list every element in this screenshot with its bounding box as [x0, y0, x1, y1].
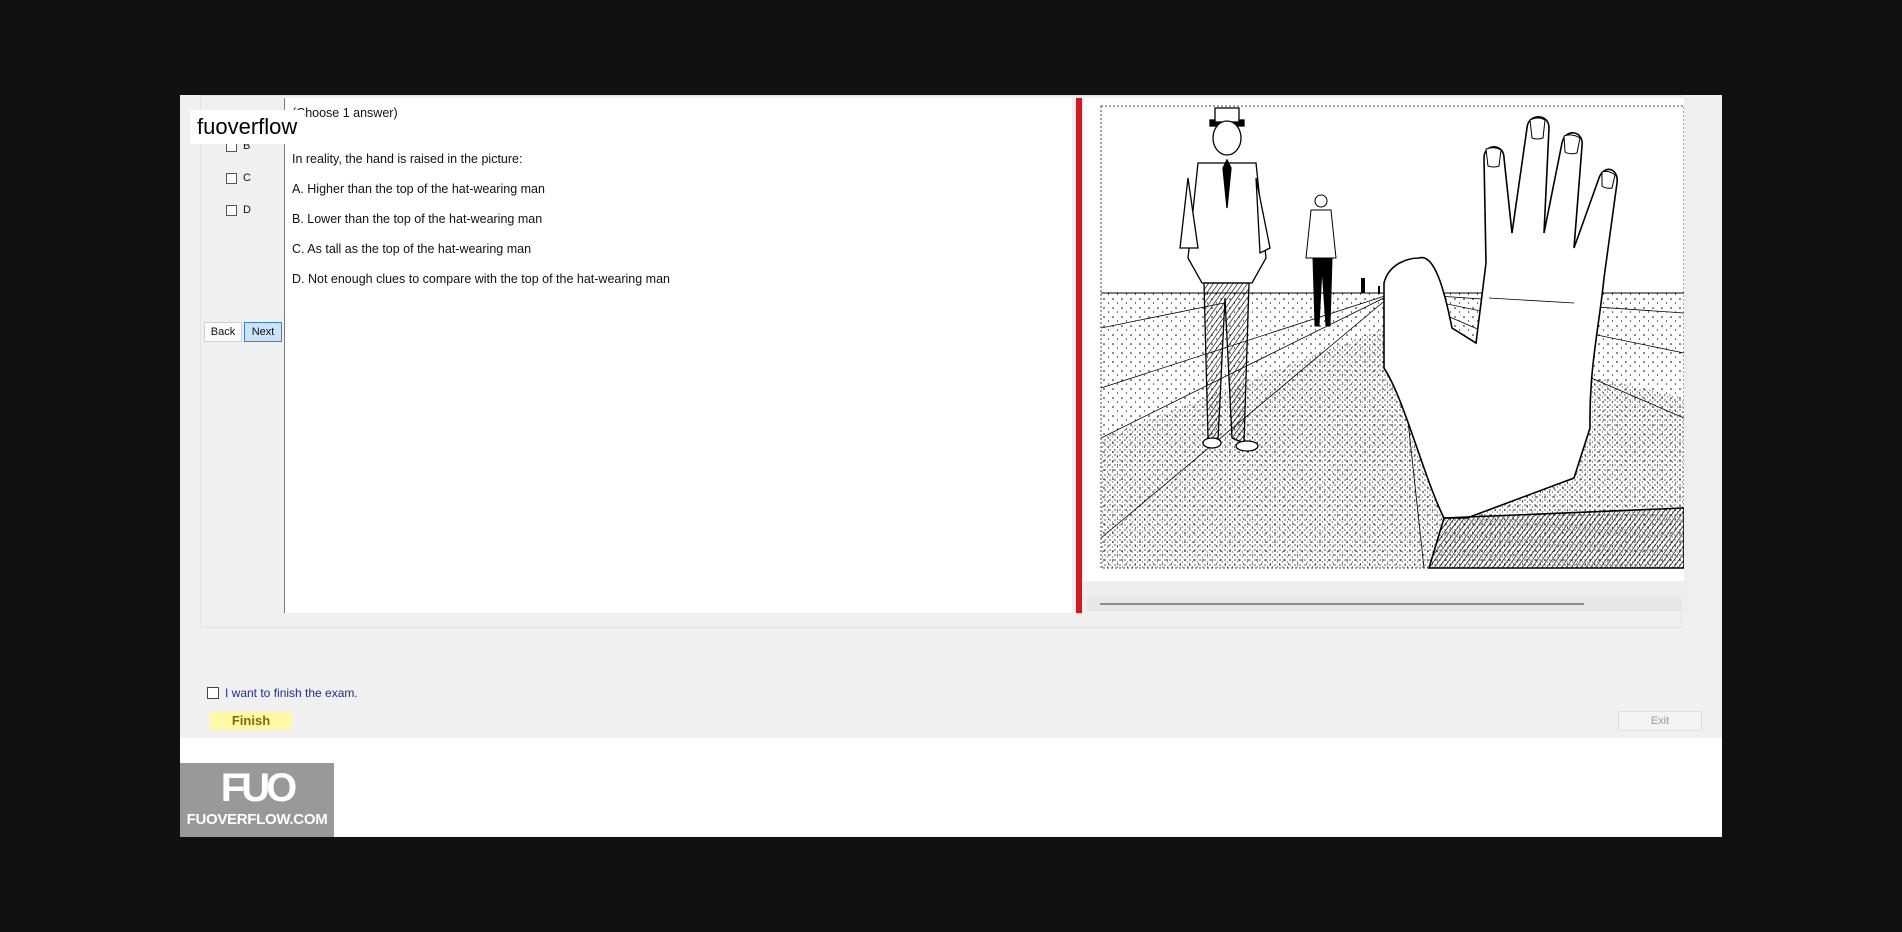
- fuo-logo-mark: FUO: [220, 766, 297, 810]
- answer-option-d-label: D: [243, 204, 251, 216]
- horizontal-scrollbar-thumb[interactable]: [1100, 603, 1584, 605]
- answer-checkbox-c[interactable]: [226, 172, 237, 184]
- brand-watermark: fuoverflow: [190, 110, 305, 144]
- exam-window: A B C D Back Next (Choose 1 answer) In r…: [180, 95, 1722, 837]
- answer-sidebar: A B C D: [204, 98, 286, 613]
- choice-a-text: A. Higher than the top of the hat-wearin…: [292, 182, 545, 196]
- finish-exam-label: I want to finish the exam.: [225, 686, 358, 700]
- question-panel: (Choose 1 answer) In reality, the hand i…: [284, 98, 1072, 613]
- choice-d-text: D. Not enough clues to compare with the …: [292, 272, 670, 286]
- answer-option-d[interactable]: D: [226, 204, 251, 216]
- choice-b-text: B. Lower than the top of the hat-wearing…: [292, 212, 543, 226]
- answer-option-c[interactable]: C: [226, 172, 251, 184]
- answer-checkbox-d[interactable]: [226, 204, 237, 216]
- footer-area: [180, 738, 1722, 837]
- question-illustration: [1084, 98, 1684, 581]
- finish-exam-option[interactable]: I want to finish the exam.: [207, 686, 358, 700]
- horizontal-scrollbar[interactable]: [1086, 597, 1682, 611]
- exit-button[interactable]: Exit: [1618, 711, 1702, 731]
- answer-option-c-label: C: [243, 172, 251, 184]
- panel-splitter[interactable]: [1076, 98, 1082, 613]
- choice-c-text: C. As tall as the top of the hat-wearing…: [292, 242, 532, 256]
- perspective-hand-illustration: [1100, 105, 1684, 569]
- fuo-logo-site: FUOVERFLOW.COM: [186, 811, 328, 828]
- question-instruction: (Choose 1 answer): [292, 106, 398, 120]
- finish-button[interactable]: Finish: [210, 712, 292, 729]
- fuoverflow-logo: FUO FUOVERFLOW.COM: [180, 763, 334, 837]
- finish-exam-checkbox[interactable]: [207, 687, 219, 699]
- question-prompt: In reality, the hand is raised in the pi…: [292, 152, 523, 166]
- back-button[interactable]: Back: [204, 322, 242, 342]
- image-panel: [1084, 98, 1688, 613]
- next-button[interactable]: Next: [244, 322, 282, 342]
